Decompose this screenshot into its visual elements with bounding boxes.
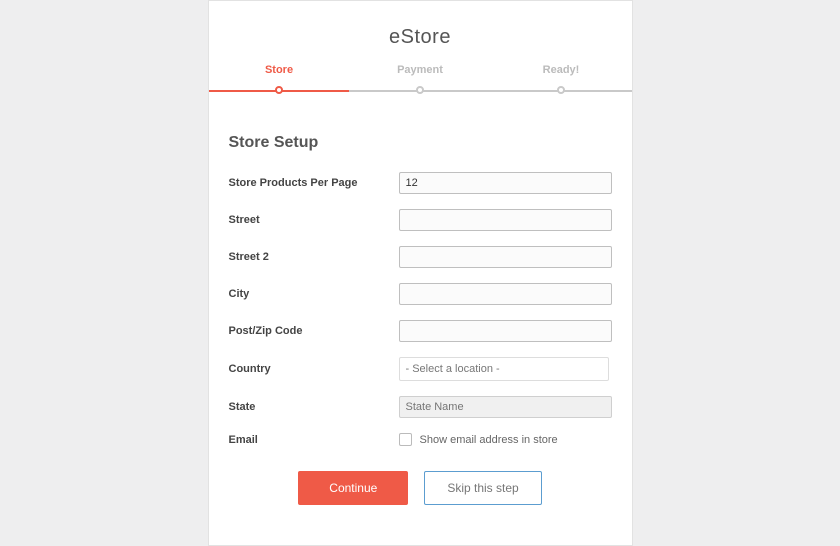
label-state: State [229,401,399,413]
row-email: Email Show email address in store [229,433,612,446]
country-select[interactable]: - Select a location - [399,357,609,381]
row-street: Street [229,209,612,231]
row-street2: Street 2 [229,246,612,268]
email-checkbox[interactable] [399,433,412,446]
stepper: Store Payment Ready! [209,64,632,99]
row-city: City [229,283,612,305]
row-country: Country - Select a location - [229,357,612,381]
button-row: Continue Skip this step [229,471,612,505]
label-products-per-page: Store Products Per Page [229,177,399,189]
step-label: Ready! [491,64,632,76]
email-checkbox-wrap: Show email address in store [399,433,558,446]
app-title: eStore [209,1,632,64]
street-input[interactable] [399,209,612,231]
city-input[interactable] [399,283,612,305]
step-label: Store [209,64,350,76]
step-dot-icon [275,86,283,94]
row-state: State [229,396,612,418]
postcode-input[interactable] [399,320,612,342]
products-per-page-input[interactable] [399,172,612,194]
label-street: Street [229,214,399,226]
email-checkbox-label: Show email address in store [420,434,558,446]
label-country: Country [229,363,399,375]
step-store[interactable]: Store [209,64,350,102]
country-select-placeholder: - Select a location - [406,363,500,375]
street2-input[interactable] [399,246,612,268]
label-postcode: Post/Zip Code [229,325,399,337]
step-label: Payment [350,64,491,76]
skip-button[interactable]: Skip this step [424,471,541,505]
label-city: City [229,288,399,300]
step-ready[interactable]: Ready! [491,64,632,102]
step-dot-icon [557,86,565,94]
content-card: Store Setup Store Products Per Page Stre… [209,109,632,515]
step-dot-icon [416,86,424,94]
section-heading: Store Setup [229,134,612,152]
row-products-per-page: Store Products Per Page [229,172,612,194]
state-input[interactable] [399,396,612,418]
wizard-container: eStore Store Payment Ready! Store Setup … [208,0,633,546]
continue-button[interactable]: Continue [298,471,408,505]
label-email: Email [229,434,399,446]
step-payment[interactable]: Payment [350,64,491,102]
row-postcode: Post/Zip Code [229,320,612,342]
stepper-steps: Store Payment Ready! [209,64,632,102]
label-street2: Street 2 [229,251,399,263]
